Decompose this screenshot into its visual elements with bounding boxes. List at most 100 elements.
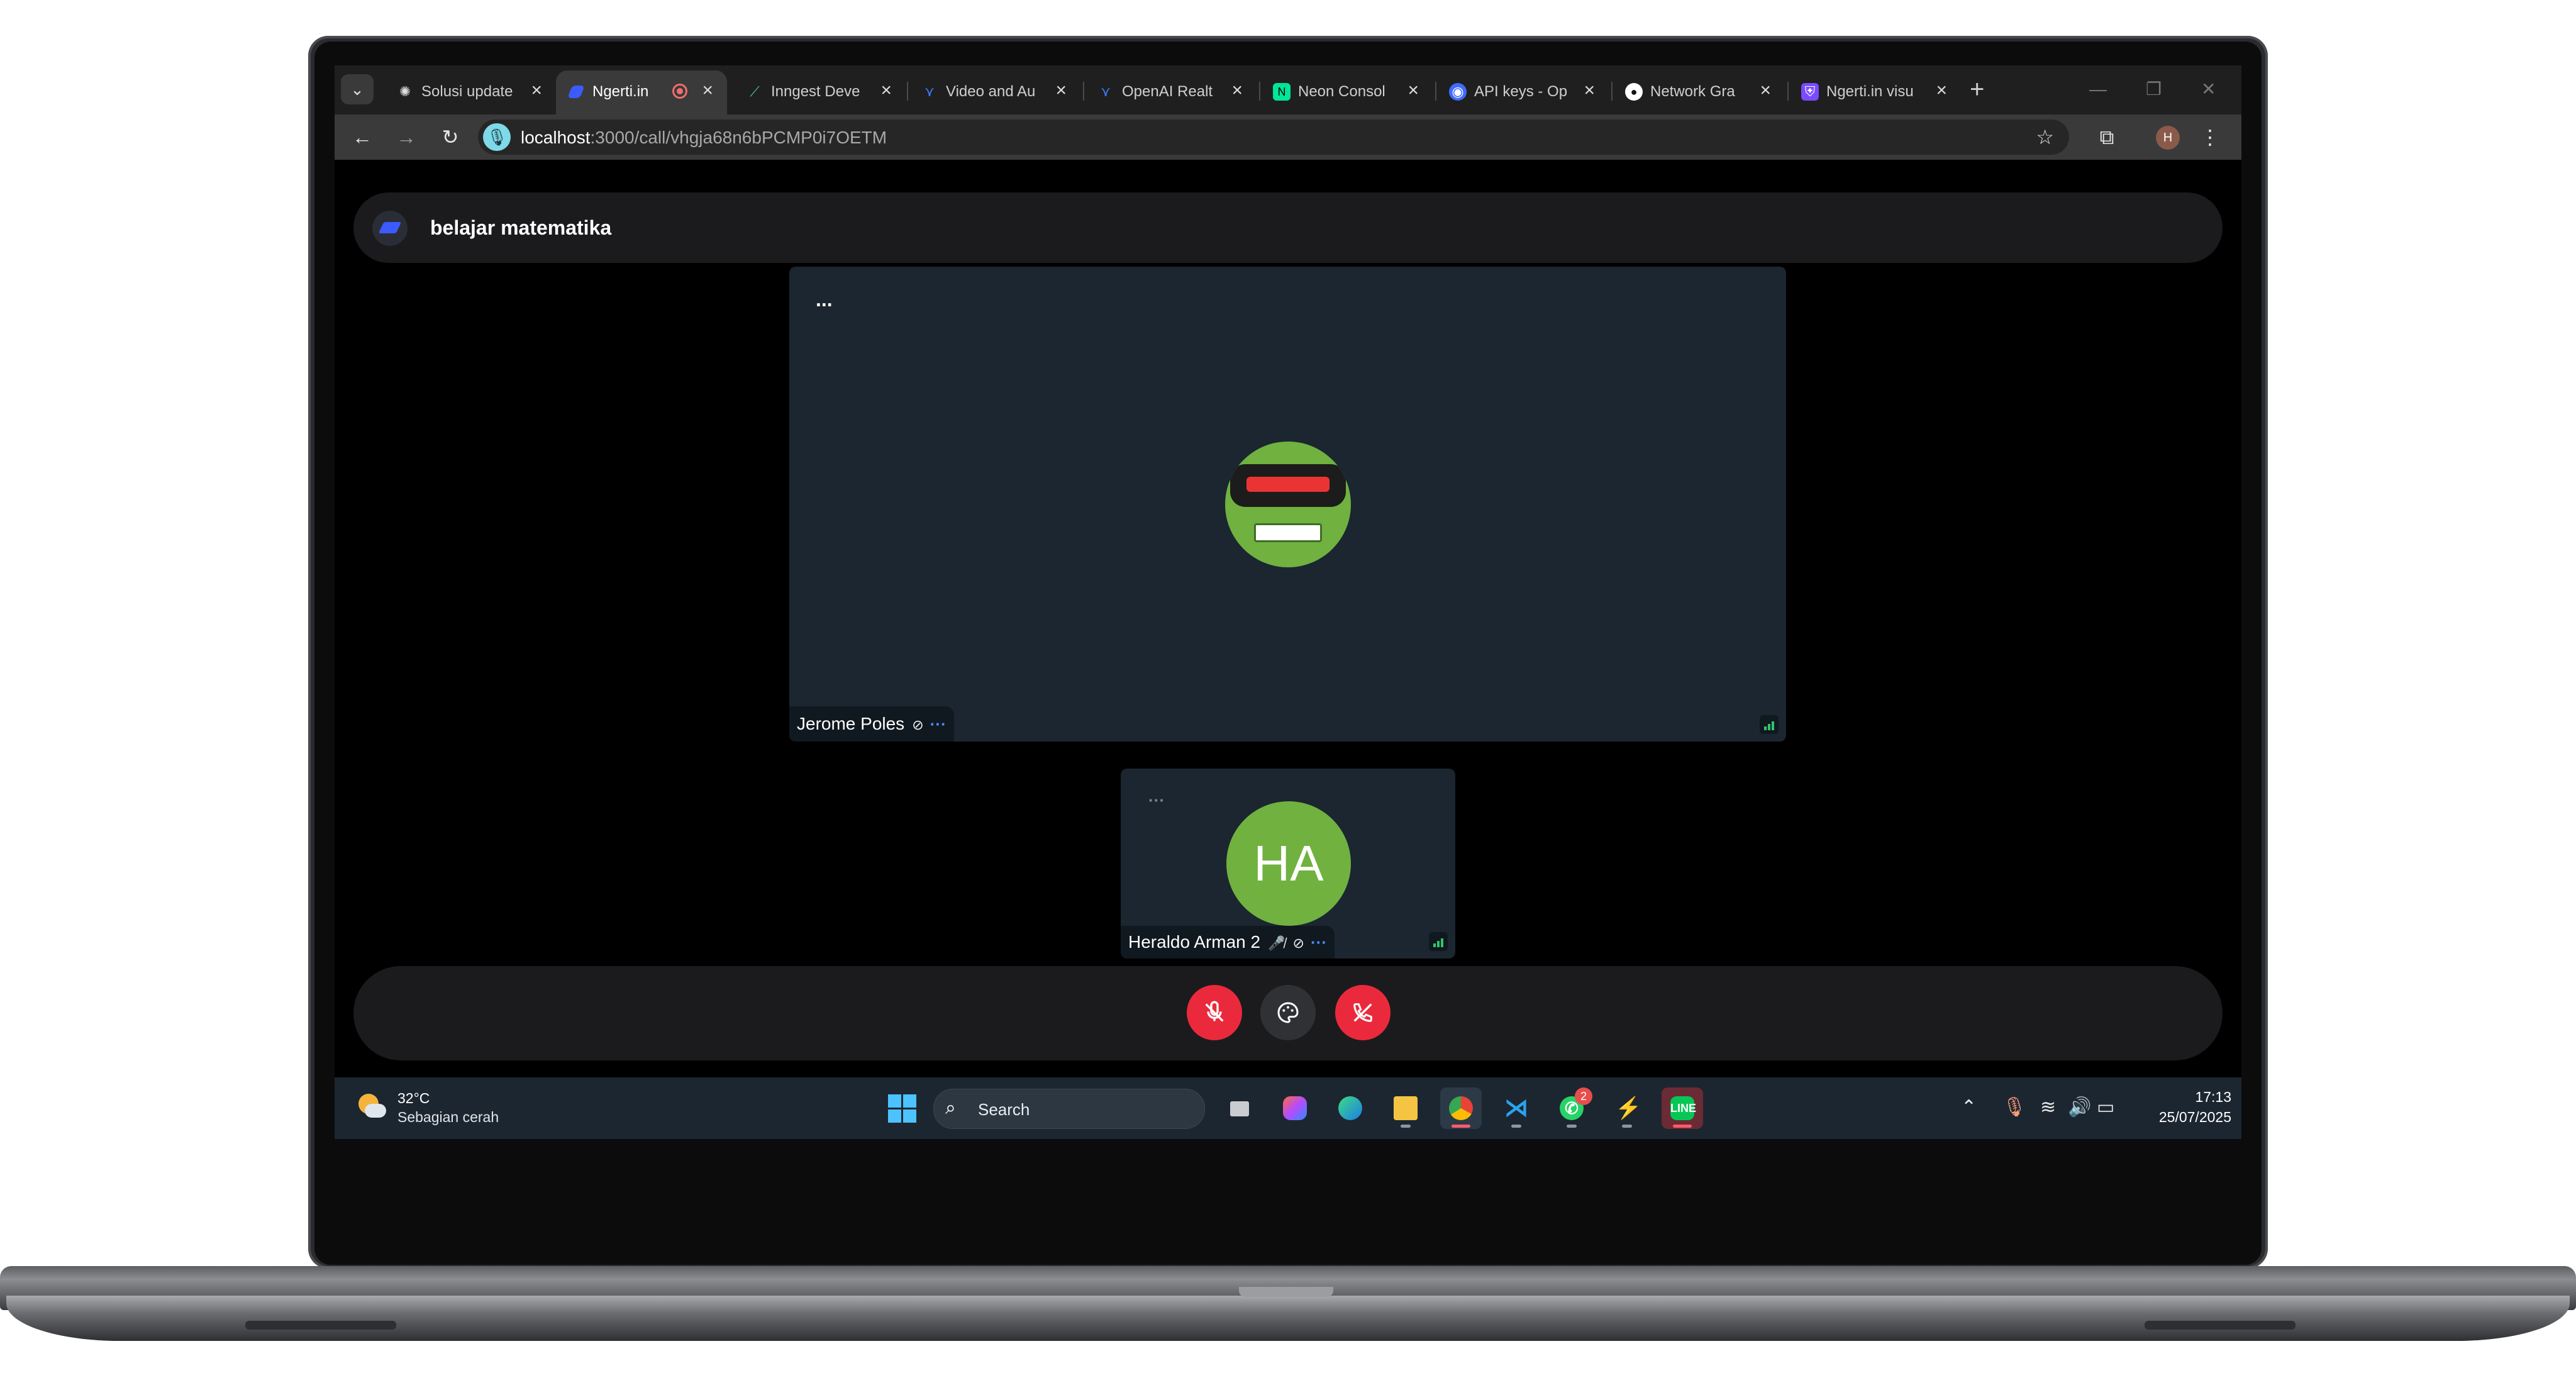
connection-quality-icon <box>1429 932 1448 951</box>
app-icon[interactable]: ⚡ <box>1606 1087 1648 1129</box>
ngerti-icon <box>567 86 585 98</box>
call-controls <box>353 966 2223 1060</box>
tab-search-button[interactable]: ⌄ <box>341 74 374 104</box>
participant-avatar: HA <box>1226 801 1351 926</box>
close-icon[interactable]: × <box>1231 81 1243 101</box>
volume-icon[interactable]: 🔊 <box>2068 1096 2091 1119</box>
camera-off-icon: ⊘ <box>1292 935 1304 951</box>
close-icon[interactable]: × <box>1584 81 1595 101</box>
stream-icon: ⋎ <box>924 84 935 99</box>
reload-button[interactable]: ↻ <box>436 123 464 151</box>
tab-neon[interactable]: N Neon Consol × <box>1262 70 1433 111</box>
close-icon[interactable]: × <box>1407 81 1419 101</box>
tab-label: Inngest Deve <box>771 83 860 100</box>
tab-solusi[interactable]: ✺ Solusi update × <box>385 70 556 111</box>
stream-icon: ⋎ <box>1100 84 1111 99</box>
camera-off-icon: ⊘ <box>912 717 924 733</box>
close-icon[interactable]: × <box>1760 81 1771 101</box>
laptop-base-edge <box>6 1296 2570 1341</box>
close-icon[interactable]: × <box>1055 81 1067 101</box>
tab-label: OpenAI Realt <box>1122 83 1213 100</box>
tab-label: Video and Au <box>946 83 1036 100</box>
microphone-icon[interactable]: 🎙 <box>483 123 511 151</box>
palette-icon <box>1277 1002 1299 1023</box>
room-title: belajar matematika <box>430 216 612 239</box>
tab-ngerti-visu[interactable]: ⛨ Ngerti.in visu × <box>1790 70 1961 111</box>
close-window-button[interactable]: ✕ <box>2201 77 2216 102</box>
weather-description[interactable]: Sebagian cerah <box>397 1109 499 1125</box>
url: localhost:3000/call/vhgja68n6bPCMP0i7OET… <box>521 128 887 147</box>
close-icon[interactable]: × <box>531 81 542 101</box>
call-page: belajar matematika ... Jerome Poles ⊘ ··· … <box>335 160 2241 1077</box>
profile-avatar[interactable]: H <box>2156 126 2180 150</box>
microphone-in-use-icon[interactable]: 🎙 <box>2002 1096 2026 1119</box>
close-icon[interactable]: × <box>702 81 713 101</box>
tab-openai-realtime[interactable]: ⋎ OpenAI Realt × <box>1085 70 1257 111</box>
battery-icon[interactable]: ▭ <box>2097 1096 2114 1119</box>
tab-label: Network Gra <box>1650 83 1735 100</box>
tab-label: Neon Consol <box>1298 83 1385 100</box>
tab-api-keys[interactable]: ◉ API keys - Op × <box>1438 70 1609 111</box>
weather-icon[interactable] <box>358 1094 386 1121</box>
menu-icon[interactable]: ⋮ <box>2196 123 2224 151</box>
tab-separator <box>907 82 908 101</box>
new-tab-button[interactable]: + <box>1970 77 1984 102</box>
laptop-foot <box>2145 1321 2296 1330</box>
windows-start-icon[interactable] <box>888 1094 917 1123</box>
mute-microphone-button[interactable] <box>1187 985 1242 1040</box>
tab-separator <box>1435 82 1436 101</box>
palette-button[interactable] <box>1260 985 1316 1040</box>
close-icon[interactable]: × <box>880 81 892 101</box>
github-icon: ● <box>1625 83 1643 101</box>
file-explorer-icon[interactable] <box>1385 1087 1426 1129</box>
wifi-icon[interactable]: ≋ <box>2040 1096 2056 1119</box>
participant-more-button[interactable]: ··· <box>930 706 947 742</box>
tab-separator <box>1259 82 1260 101</box>
tab-network-graph[interactable]: ● Network Gra × <box>1614 70 1785 111</box>
navigation-bar: ← → ↻ 🎙 localhost:3000/call/vhgja68n6bPC… <box>335 114 2241 160</box>
clock-time[interactable]: 17:13 <box>2181 1089 2231 1105</box>
line-icon[interactable]: LINE <box>1662 1087 1703 1129</box>
extensions-icon[interactable]: ⧉ <box>2093 123 2121 151</box>
tab-ngerti[interactable]: Ngerti.in × <box>556 70 727 114</box>
mic-off-icon <box>1205 1001 1224 1022</box>
weather-temperature[interactable]: 32°C <box>397 1090 430 1106</box>
close-icon[interactable]: × <box>1936 81 1947 101</box>
clock-date[interactable]: 25/07/2025 <box>2143 1109 2231 1125</box>
tab-video[interactable]: ⋎ Video and Au × <box>909 70 1080 111</box>
shield-icon: ⛨ <box>1801 83 1819 101</box>
taskbar-search[interactable]: ⌕ Search <box>933 1089 1205 1129</box>
participant-name-tag: Heraldo Arman 2 🎤̸ ⊘ ··· <box>1121 926 1335 959</box>
recording-icon <box>672 84 687 99</box>
avatar-visor <box>1246 477 1330 492</box>
leave-call-button[interactable] <box>1335 985 1391 1040</box>
tab-label: Ngerti.in <box>592 83 649 100</box>
tab-inngest[interactable]: ⟋ Inngest Deve × <box>735 70 906 111</box>
tab-separator <box>1083 82 1084 101</box>
address-bar[interactable]: 🎙 localhost:3000/call/vhgja68n6bPCMP0i7O… <box>478 120 2069 155</box>
show-hidden-icons-button[interactable]: ⌃ <box>1961 1096 1977 1119</box>
bookmark-star-icon[interactable]: ☆ <box>2036 126 2054 148</box>
tile-menu-button[interactable]: ... <box>816 289 833 309</box>
chrome-icon[interactable] <box>1440 1087 1482 1129</box>
restore-button[interactable]: ❐ <box>2146 77 2162 102</box>
participant-tile-main: ... Jerome Poles ⊘ ··· <box>789 267 1786 742</box>
copilot-icon[interactable] <box>1274 1087 1316 1129</box>
forward-button[interactable]: → <box>392 123 420 151</box>
avatar-mouth <box>1254 523 1322 542</box>
participant-more-button[interactable]: ··· <box>1311 926 1327 959</box>
vscode-icon[interactable]: ⋊ <box>1496 1087 1537 1129</box>
laptop-hinge-notch <box>1239 1287 1333 1297</box>
tab-label: Ngerti.in visu <box>1826 83 1914 100</box>
connection-quality-icon <box>1760 715 1779 734</box>
app-logo <box>372 211 408 246</box>
back-button[interactable]: ← <box>348 123 376 151</box>
openai-icon: ✺ <box>399 84 411 99</box>
whatsapp-icon[interactable]: ✆ 2 <box>1551 1087 1592 1129</box>
phone-off-icon <box>1353 1003 1372 1022</box>
tile-menu-button[interactable]: ··· <box>1148 792 1165 808</box>
edge-icon[interactable] <box>1330 1087 1371 1129</box>
url-path: :3000/call/vhgja68n6bPCMP0i7OETM <box>590 128 887 147</box>
minimize-button[interactable]: — <box>2089 77 2107 102</box>
task-view-icon[interactable] <box>1219 1087 1260 1129</box>
